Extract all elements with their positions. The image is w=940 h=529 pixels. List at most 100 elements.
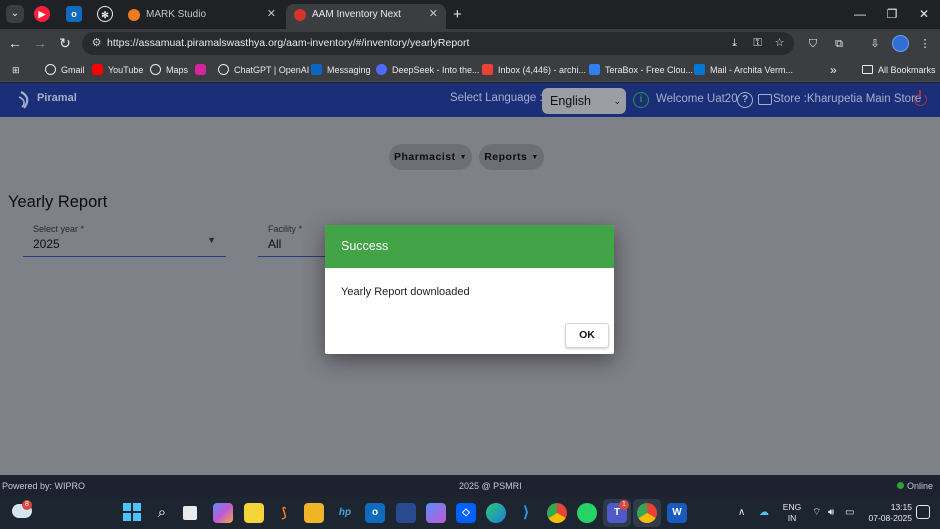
success-dialog: Success Yearly Report downloaded OK xyxy=(325,225,614,354)
windows-start-icon[interactable] xyxy=(122,503,142,523)
site-settings-icon[interactable]: ⚙ xyxy=(88,35,105,52)
store-name: Store :Kharupetia Main Store xyxy=(773,93,922,105)
bookmark-inbox[interactable]: Inbox (4,446) - archi... xyxy=(482,58,586,82)
download-icon[interactable]: ⤓ xyxy=(726,35,743,52)
close-tab-icon[interactable]: ✕ xyxy=(429,4,438,25)
dropdown-arrow-icon: ▼ xyxy=(207,235,216,245)
outlook-pinned-tab-icon[interactable]: o xyxy=(66,6,82,22)
online-status: Online xyxy=(897,475,933,497)
system-clock[interactable]: 13:15 07-08-2025 xyxy=(862,502,912,524)
volume-icon[interactable]: 🔊︎ xyxy=(828,506,834,520)
close-window-icon[interactable]: ✕ xyxy=(914,4,934,24)
tab-title: AAM Inventory Next xyxy=(312,9,401,20)
windows-taskbar: 8 ⌕ ⟆ hp o ◇ ⟩ T 1 W ∧ ☁ ENG IN ⌔ 🔊︎ ▭ 13… xyxy=(0,497,940,529)
youtube-icon xyxy=(92,64,103,75)
web-page: Piramal Select Language : English ⌄ i We… xyxy=(0,83,940,475)
shield-extension-icon[interactable]: ⛉ xyxy=(805,36,821,52)
extensions-puzzle-icon[interactable]: ⧉ xyxy=(831,36,847,52)
minimize-window-icon[interactable]: — xyxy=(850,4,870,24)
m365-icon[interactable] xyxy=(426,503,446,523)
bookmark-chatgpt[interactable]: ChatGPT | OpenAI xyxy=(218,58,309,82)
downloads-icon[interactable]: ⇩ xyxy=(867,36,883,52)
browser-tab-bar: ⌄ ▶ o ✻ MARK Studio ✕ AAM Inventory Next… xyxy=(0,0,940,29)
ok-button[interactable]: OK xyxy=(565,323,609,348)
search-icon[interactable]: ⌕ xyxy=(152,503,172,523)
app-blue-icon[interactable] xyxy=(396,503,416,523)
chrome-icon[interactable] xyxy=(547,503,567,523)
whatsapp-icon[interactable] xyxy=(577,503,597,523)
aam-inventory-favicon xyxy=(294,9,306,21)
caret-down-icon: ▼ xyxy=(459,154,468,161)
select-year-field[interactable]: Select year * 2025 ▼ xyxy=(23,223,226,257)
pharmacist-menu-button[interactable]: Pharmacist ▼ xyxy=(389,144,472,170)
profile-avatar[interactable] xyxy=(892,35,909,52)
reports-menu-button[interactable]: Reports ▼ xyxy=(479,144,544,170)
language-indicator[interactable]: ENG IN xyxy=(778,502,806,524)
gmail-m-icon xyxy=(482,64,493,75)
address-bar[interactable]: ⚙ https://assamuat.piramalswasthya.org/a… xyxy=(82,32,794,55)
file-explorer-icon[interactable] xyxy=(304,503,324,523)
help-question-icon[interactable]: ? xyxy=(737,92,753,108)
bookmark-youtube[interactable]: YouTube xyxy=(92,58,143,82)
show-hidden-icons-chevron-icon[interactable]: ∧ xyxy=(738,506,745,520)
more-options-icon[interactable]: ⋮ xyxy=(917,36,933,52)
weather-badge: 8 xyxy=(22,500,32,510)
hp-icon[interactable]: hp xyxy=(335,503,355,523)
back-arrow-icon[interactable]: ← xyxy=(6,34,24,52)
app-orange-icon[interactable]: ⟆ xyxy=(274,503,294,523)
copyright-text: 2025 @ PSMRI xyxy=(459,481,522,491)
maps-icon xyxy=(150,64,161,75)
copilot-icon[interactable] xyxy=(213,503,233,523)
app-footer: Powered by: WIPRO 2025 @ PSMRI Online xyxy=(0,475,940,497)
language-value: English xyxy=(550,94,591,108)
password-key-icon[interactable]: ⚿ xyxy=(749,35,766,52)
bookmark-instagram[interactable] xyxy=(195,58,211,82)
tab-aam-inventory[interactable]: AAM Inventory Next ✕ xyxy=(286,4,446,29)
mark-studio-favicon xyxy=(128,9,140,21)
url-text[interactable]: https://assamuat.piramalswasthya.org/aam… xyxy=(107,32,469,55)
edge-icon[interactable] xyxy=(486,503,506,523)
task-view-icon[interactable] xyxy=(183,506,197,520)
terabox-icon xyxy=(589,64,600,75)
gmail-icon xyxy=(45,64,56,75)
dialog-message: Yearly Report downloaded xyxy=(341,286,470,298)
bookmark-maps[interactable]: Maps xyxy=(150,58,188,82)
dropbox-icon[interactable]: ◇ xyxy=(456,503,476,523)
logout-power-icon[interactable] xyxy=(914,90,927,106)
chrome-profile-icon[interactable] xyxy=(637,503,657,523)
bookmark-star-icon[interactable]: ☆ xyxy=(771,35,788,52)
bookmark-terabox[interactable]: TeraBox - Free Clou... xyxy=(589,58,693,82)
bookmark-gmail[interactable]: Gmail xyxy=(45,58,85,82)
tab-mark-studio[interactable]: MARK Studio ✕ xyxy=(120,4,284,29)
apps-grid-icon[interactable]: ⊞ xyxy=(12,58,20,82)
online-dot-icon xyxy=(897,482,904,489)
app-header: Piramal Select Language : English ⌄ i We… xyxy=(0,83,940,117)
outlook-icon[interactable]: o xyxy=(365,503,385,523)
bookmark-messaging[interactable]: Messaging xyxy=(311,58,371,82)
close-tab-icon[interactable]: ✕ xyxy=(267,4,276,25)
instagram-icon xyxy=(195,64,206,75)
folder-icon xyxy=(862,65,873,74)
chatgpt-pinned-tab-icon[interactable]: ✻ xyxy=(97,6,113,22)
bookmark-mail[interactable]: Mail - Archita Verm... xyxy=(694,58,793,82)
dialog-title: Success xyxy=(325,225,614,268)
battery-icon[interactable]: ▭ xyxy=(845,506,854,520)
bookmark-deepseek[interactable]: DeepSeek - Into the... xyxy=(376,58,480,82)
restore-window-icon[interactable]: ❐ xyxy=(882,4,902,24)
notification-bell-icon[interactable] xyxy=(916,505,930,519)
youtube-music-pinned-tab-icon[interactable]: ▶ xyxy=(34,6,50,22)
word-icon[interactable]: W xyxy=(667,503,687,523)
all-bookmarks-button[interactable]: All Bookmarks xyxy=(862,58,936,82)
linkedin-icon xyxy=(311,64,322,75)
select-language-label: Select Language : xyxy=(450,92,543,104)
bookmarks-overflow-chevron-icon[interactable]: » xyxy=(830,58,837,82)
reload-icon[interactable]: ↻ xyxy=(56,34,74,52)
wifi-icon[interactable]: ⌔ xyxy=(812,506,821,520)
vscode-icon[interactable]: ⟩ xyxy=(516,503,536,523)
onedrive-cloud-icon[interactable]: ☁ xyxy=(759,506,769,520)
sticky-notes-icon[interactable] xyxy=(244,503,264,523)
new-tab-plus-icon[interactable]: + xyxy=(453,4,462,25)
tab-search-icon[interactable]: ⌄ xyxy=(6,5,24,23)
language-select[interactable]: English ⌄ xyxy=(542,88,626,114)
forward-arrow-icon[interactable]: → xyxy=(31,34,49,52)
